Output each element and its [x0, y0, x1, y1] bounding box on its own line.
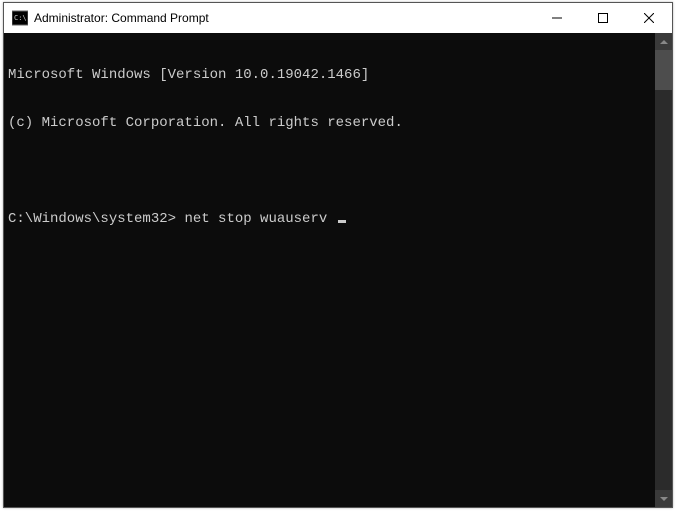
chevron-up-icon [660, 40, 668, 44]
command-prompt-window: C:\ Administrator: Command Prompt Micros… [3, 2, 673, 508]
scroll-up-button[interactable] [655, 33, 672, 50]
prompt-path: C:\Windows\system32> [8, 211, 176, 227]
client-area: Microsoft Windows [Version 10.0.19042.14… [4, 33, 672, 507]
close-button[interactable] [626, 3, 672, 33]
version-line: Microsoft Windows [Version 10.0.19042.14… [8, 67, 651, 83]
typed-command: net stop wuauserv [184, 211, 327, 227]
titlebar[interactable]: C:\ Administrator: Command Prompt [4, 3, 672, 33]
cmd-icon: C:\ [12, 10, 28, 26]
scroll-down-button[interactable] [655, 490, 672, 507]
window-title: Administrator: Command Prompt [34, 11, 209, 25]
vertical-scrollbar[interactable] [655, 33, 672, 507]
prompt-line: C:\Windows\system32> net stop wuauserv [8, 211, 651, 227]
copyright-line: (c) Microsoft Corporation. All rights re… [8, 115, 651, 131]
cursor [338, 220, 346, 223]
terminal-output[interactable]: Microsoft Windows [Version 10.0.19042.14… [4, 33, 655, 507]
window-controls [534, 3, 672, 33]
blank-line [8, 163, 651, 179]
svg-text:C:\: C:\ [14, 14, 27, 22]
chevron-down-icon [660, 497, 668, 501]
titlebar-left: C:\ Administrator: Command Prompt [4, 10, 534, 26]
minimize-button[interactable] [534, 3, 580, 33]
maximize-button[interactable] [580, 3, 626, 33]
scroll-thumb[interactable] [655, 50, 672, 90]
